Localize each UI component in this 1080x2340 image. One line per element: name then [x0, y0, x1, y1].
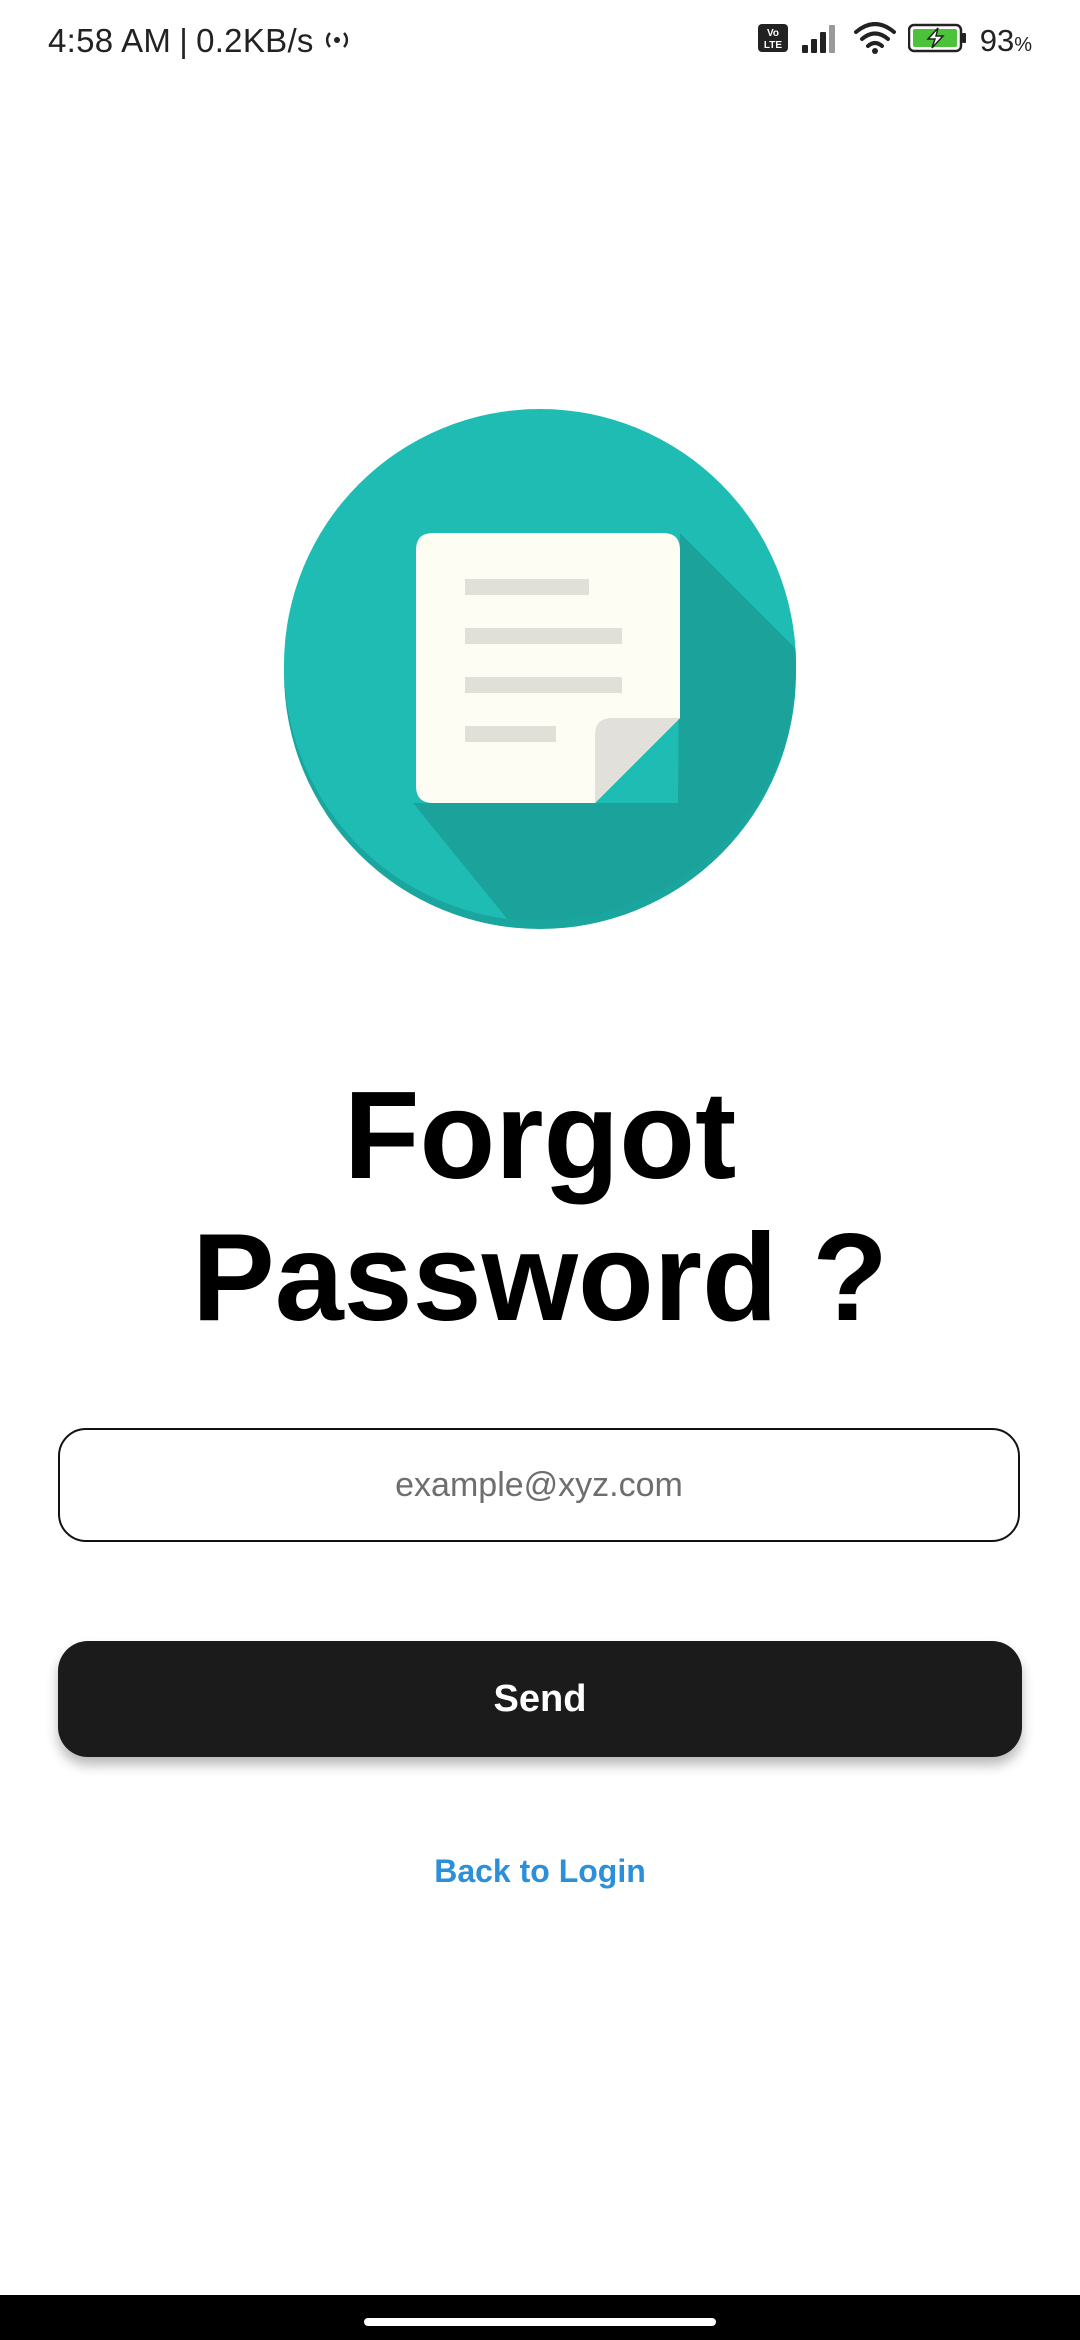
status-time: 4:58 AM — [48, 22, 172, 59]
forgot-password-illustration — [283, 403, 798, 938]
status-right: Vo LTE 93% — [757, 22, 1032, 59]
svg-text:LTE: LTE — [764, 40, 782, 51]
hotspot-icon — [322, 22, 352, 60]
home-indicator[interactable] — [364, 2318, 716, 2326]
network-speed: 0.2KB/s — [196, 22, 314, 59]
email-field[interactable] — [58, 1428, 1020, 1542]
status-left: 4:58 AM | 0.2KB/s — [48, 22, 352, 60]
send-button[interactable]: Send — [58, 1641, 1022, 1757]
status-bar: 4:58 AM | 0.2KB/s Vo LTE 93% — [0, 0, 1080, 86]
back-to-login-link[interactable]: Back to Login — [0, 1853, 1080, 1890]
battery-charging-icon — [907, 23, 968, 58]
status-separator: | — [179, 22, 189, 59]
page-title: Forgot Password ? — [0, 1065, 1080, 1349]
battery-percent-text: 93% — [980, 23, 1032, 59]
wifi-icon — [853, 22, 896, 59]
battery-unit: % — [1014, 33, 1032, 56]
battery-percent: 93 — [979, 22, 1015, 58]
volte-icon: Vo LTE — [757, 24, 788, 57]
document-icon — [284, 409, 796, 929]
navigation-bar — [0, 2295, 1080, 2340]
svg-text:Vo: Vo — [767, 28, 779, 39]
signal-icon — [800, 23, 842, 58]
title-line-2: Password ? — [192, 1209, 888, 1347]
title-line-1: Forgot — [343, 1067, 737, 1205]
